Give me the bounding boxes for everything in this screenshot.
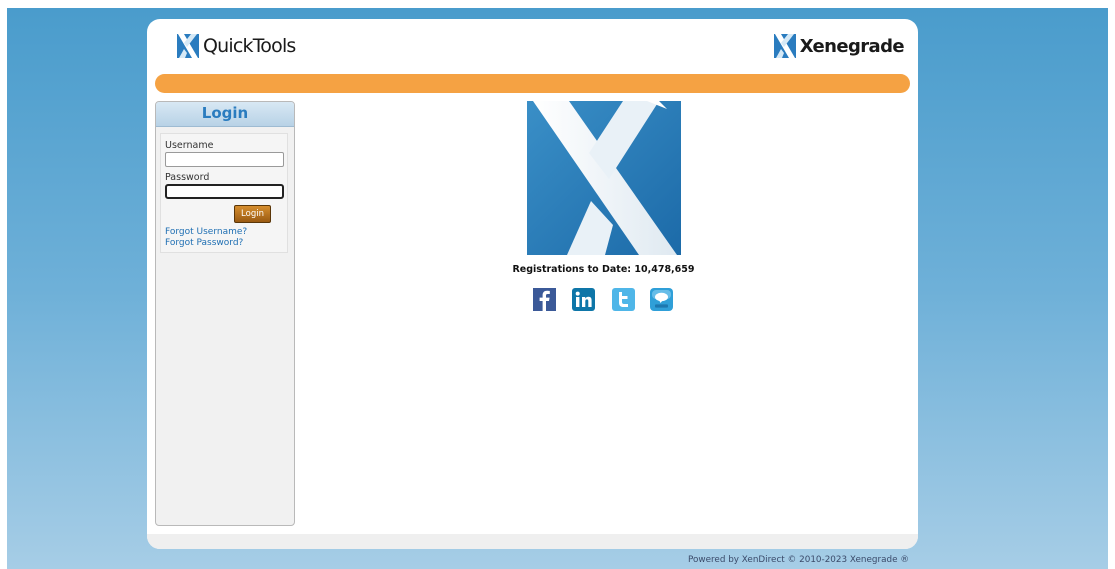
registrations-count: Registrations to Date: 10,478,659 [512,264,695,275]
forgot-username-link[interactable]: Forgot Username? [165,227,247,237]
password-input[interactable] [165,184,284,199]
forgot-password-link[interactable]: Forgot Password? [165,238,243,248]
login-form: Username Password Login Forgot Username?… [160,133,288,253]
username-input[interactable] [165,152,284,167]
xenegrade-logo-text: Xenegrade [799,35,905,57]
x-logo-icon [773,34,796,58]
username-label: Username [165,140,214,151]
x-logo-icon [177,34,199,58]
accent-bar [155,74,910,93]
x-logo-icon [527,101,681,255]
password-label: Password [165,172,210,183]
login-sidebar: Login Username Password Login Forgot Use… [155,101,295,526]
twitter-icon[interactable] [612,288,635,311]
facebook-icon[interactable] [533,288,556,311]
login-title: Login [201,104,249,122]
main-card: QuickTools Xenegrade Login Username Pass… [147,19,918,549]
card-footer-strip [147,534,918,549]
quicktools-logo[interactable]: QuickTools [177,34,296,58]
xenegrade-logo[interactable]: Xenegrade [773,34,905,58]
login-button[interactable]: Login [234,205,271,223]
sidebar-header: Login [156,102,294,127]
footer-copyright: Powered by XenDirect © 2010-2023 Xenegra… [688,555,910,565]
linkedin-icon[interactable] [572,288,595,311]
quicktools-logo-text: QuickTools [203,35,296,57]
blog-icon[interactable] [650,288,673,311]
